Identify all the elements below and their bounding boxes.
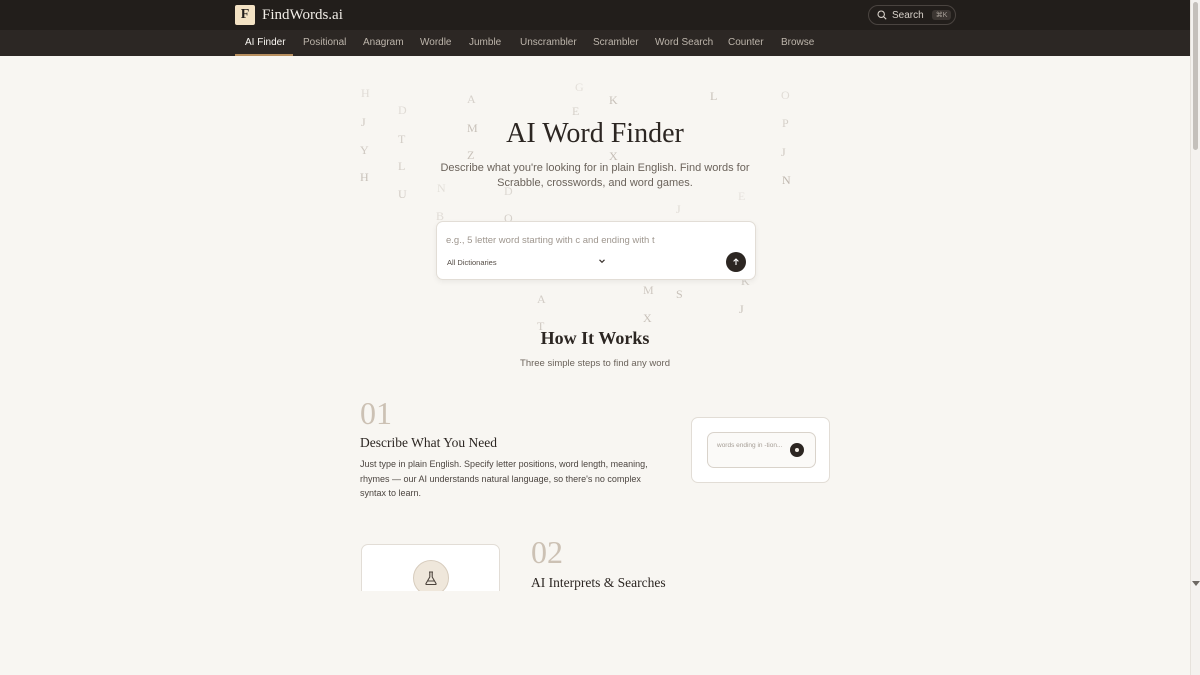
- page-fold: [0, 591, 1190, 675]
- submit-button[interactable]: [726, 252, 746, 272]
- nav-counter[interactable]: Counter: [728, 30, 764, 56]
- nav-unscrambler[interactable]: Unscrambler: [520, 30, 577, 56]
- demo-input: words ending in -tion...: [707, 432, 816, 468]
- word-query-input[interactable]: [446, 231, 726, 249]
- float-letter: J: [739, 302, 744, 316]
- page-title: AI Word Finder: [506, 118, 684, 149]
- float-letter: E: [572, 104, 580, 118]
- step-title: AI Interprets & Searches: [531, 575, 666, 590]
- nav-anagram[interactable]: Anagram: [363, 30, 404, 56]
- nav-jumble[interactable]: Jumble: [469, 30, 501, 56]
- search-icon: [877, 10, 887, 20]
- nav-word-search[interactable]: Word Search: [655, 30, 713, 56]
- search-label: Search: [892, 9, 924, 21]
- nav-wordle[interactable]: Wordle: [420, 30, 452, 56]
- float-letter: H: [361, 86, 370, 100]
- ai-search-box: All Dictionaries: [436, 221, 756, 280]
- float-letter: L: [710, 89, 718, 103]
- brand-logo[interactable]: F FindWords.ai: [235, 5, 343, 25]
- demo-search-card: words ending in -tion...: [691, 417, 830, 483]
- demo-input-text: words ending in -tion...: [717, 442, 783, 449]
- demo-submit-icon: [790, 443, 804, 457]
- float-letter: N: [782, 173, 791, 187]
- how-it-works-title: How It Works: [540, 328, 650, 348]
- float-letter: U: [398, 187, 407, 201]
- float-letter: H: [360, 170, 369, 184]
- arrow-up-icon: [733, 258, 739, 265]
- active-tab-indicator: [235, 54, 293, 56]
- float-letter: J: [676, 202, 681, 216]
- float-letter: K: [609, 93, 618, 107]
- step-number: 02: [531, 534, 563, 570]
- nav-ai-finder[interactable]: AI Finder: [245, 30, 286, 56]
- search-shortcut: ⌘K: [931, 10, 952, 20]
- float-letter: A: [467, 92, 476, 106]
- float-letter: X: [643, 311, 652, 325]
- float-letter: G: [575, 80, 584, 94]
- how-it-works-subtitle: Three simple steps to find any word: [520, 358, 670, 369]
- float-letter: S: [676, 287, 683, 301]
- chevron-down-icon[interactable]: [598, 257, 606, 265]
- scrollbar[interactable]: [1190, 0, 1200, 675]
- nav-browse[interactable]: Browse: [781, 30, 814, 56]
- search-button[interactable]: Search ⌘K: [868, 5, 956, 25]
- float-letter: L: [398, 159, 406, 173]
- top-bar: F FindWords.ai Search ⌘K: [0, 0, 1190, 30]
- float-letter: E: [738, 189, 746, 203]
- nav-positional[interactable]: Positional: [303, 30, 346, 56]
- main-nav: AI Finder Positional Anagram Wordle Jumb…: [0, 30, 1190, 56]
- brand-name: FindWords.ai: [262, 6, 343, 23]
- scrollbar-thumb[interactable]: [1193, 2, 1198, 150]
- float-letter: O: [781, 88, 790, 102]
- step-number: 01: [360, 395, 392, 431]
- float-letter: M: [643, 283, 654, 297]
- float-letter: A: [537, 292, 546, 306]
- nav-scrambler[interactable]: Scrambler: [593, 30, 639, 56]
- step-title: Describe What You Need: [360, 435, 497, 450]
- dictionary-select[interactable]: All Dictionaries: [447, 258, 497, 267]
- float-letter: D: [398, 103, 407, 117]
- logo-mark: F: [235, 5, 255, 25]
- step-description: Just type in plain English. Specify lett…: [360, 459, 648, 498]
- hero-subtitle: Describe what you're looking for in plai…: [440, 162, 750, 189]
- scroll-down-arrow-icon[interactable]: [1192, 581, 1200, 586]
